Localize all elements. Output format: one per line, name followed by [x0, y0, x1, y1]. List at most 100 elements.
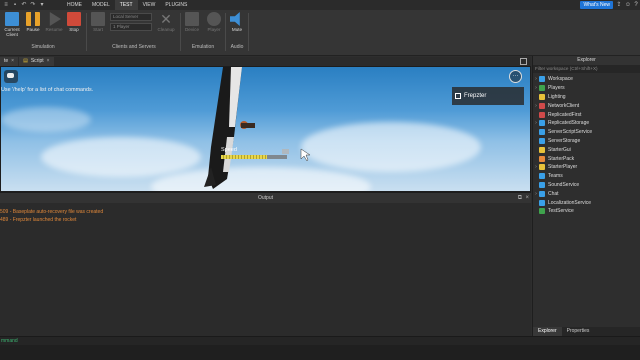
- speaker-icon: [230, 12, 240, 26]
- help-icon[interactable]: ?: [632, 1, 640, 9]
- speed-handle[interactable]: [282, 149, 289, 154]
- stop-icon: [67, 12, 81, 26]
- explorer-item-players[interactable]: › Players: [533, 84, 640, 93]
- close-icon: ✕: [160, 11, 172, 27]
- tab-view[interactable]: VIEW: [138, 0, 161, 10]
- start-label: Start: [93, 27, 103, 32]
- explorer-title: Explorer: [533, 56, 640, 65]
- player-avatar: [241, 123, 255, 128]
- tab-test[interactable]: TEST: [114, 0, 138, 10]
- tab-place[interactable]: te ×: [0, 57, 19, 66]
- explorer-item-starterpack[interactable]: StarterPack: [533, 154, 640, 163]
- explorer-item-label: NetworkClient: [548, 102, 580, 109]
- player-list-entry[interactable]: Frepzter: [452, 87, 524, 105]
- service-icon: [539, 146, 545, 153]
- explorer-item-workspace[interactable]: › Workspace: [533, 75, 640, 84]
- dock-icon[interactable]: ⧉: [518, 193, 522, 203]
- players-dropdown[interactable]: 1 Player: [110, 23, 152, 31]
- service-icon: [539, 155, 545, 162]
- group-simulation-label: Simulation: [31, 44, 55, 50]
- service-icon: [539, 208, 545, 215]
- tab-explorer[interactable]: Explorer: [533, 327, 562, 336]
- output-panel: Output ⧉ × 509 - Baseplate auto-recovery…: [0, 192, 531, 336]
- window-restore-icon[interactable]: [520, 58, 527, 65]
- explorer-item-serverscriptservice[interactable]: ServerScriptService: [533, 128, 640, 137]
- explorer-item-label: StarterGui: [548, 146, 571, 153]
- explorer-item-networkclient[interactable]: › NetworkClient: [533, 101, 640, 110]
- pause-button[interactable]: Pause: [22, 12, 44, 32]
- log-line: 489 - Frepzter launched the rocket: [0, 217, 77, 223]
- server-dropdown[interactable]: Local Server: [110, 13, 152, 21]
- share-icon[interactable]: ⇪: [615, 1, 623, 9]
- ribbon-separator: [248, 13, 249, 51]
- expand-icon[interactable]: ▾: [39, 2, 45, 8]
- output-title-bar: Output ⧉ ×: [0, 193, 531, 203]
- tab-plugins[interactable]: PLUGINS: [160, 0, 192, 10]
- explorer-item-label: Chat: [548, 190, 559, 197]
- service-icon: [539, 102, 545, 109]
- script-icon: ▤: [23, 58, 28, 64]
- tab-home[interactable]: HOME: [62, 0, 87, 10]
- explorer-item-testservice[interactable]: TestService: [533, 207, 640, 216]
- quick-access-toolbar: ≡ ▪ ↶ ↷ ▾: [0, 2, 62, 8]
- mute-button[interactable]: Mute: [226, 12, 248, 32]
- explorer-item-label: ServerScriptService: [548, 129, 593, 136]
- service-icon: [539, 181, 545, 188]
- command-bar-input[interactable]: mmand: [0, 336, 640, 345]
- explorer-item-label: ServerStorage: [548, 137, 581, 144]
- output-log: 509 - Baseplate auto-recovery file was c…: [0, 203, 531, 224]
- explorer-item-chat[interactable]: › Chat: [533, 189, 640, 198]
- bottom-strip: [0, 345, 640, 360]
- group-audio-label: Audio: [230, 44, 244, 50]
- close-icon[interactable]: ×: [525, 193, 529, 203]
- resume-button[interactable]: Resume: [43, 12, 65, 32]
- chat-button[interactable]: [4, 70, 18, 83]
- service-icon: [539, 199, 545, 206]
- explorer-item-replicatedfirst[interactable]: ReplicatedFirst: [533, 110, 640, 119]
- log-line: 509 - Baseplate auto-recovery file was c…: [0, 209, 104, 215]
- close-icon[interactable]: ×: [47, 57, 50, 66]
- device-label: Device: [184, 27, 200, 32]
- current-client-label: Current Client: [4, 27, 20, 37]
- explorer-item-lighting[interactable]: Lighting: [533, 93, 640, 102]
- tab-script[interactable]: ▤ Script ×: [19, 57, 54, 66]
- explorer-item-label: StarterPack: [548, 155, 575, 162]
- current-client-button[interactable]: Current Client: [1, 12, 23, 37]
- explorer-item-teams[interactable]: Teams: [533, 172, 640, 181]
- explorer-item-startergui[interactable]: StarterGui: [533, 145, 640, 154]
- explorer-panel: Explorer Filter workspace (Ctrl+Shift+X)…: [532, 56, 640, 336]
- start-button[interactable]: Start: [87, 12, 109, 32]
- tab-properties[interactable]: Properties: [562, 327, 595, 336]
- speed-bar: [221, 155, 287, 159]
- explorer-item-replicatedstorage[interactable]: › ReplicatedStorage: [533, 119, 640, 128]
- explorer-item-label: StarterPlayer: [548, 164, 578, 171]
- explorer-item-starterplayer[interactable]: › StarterPlayer: [533, 163, 640, 172]
- service-icon: [539, 111, 545, 118]
- player-button[interactable]: Player: [203, 12, 225, 32]
- whats-new-button[interactable]: What's New: [580, 1, 613, 9]
- game-viewport[interactable]: Use '/help' for a list of chat commands.…: [0, 66, 531, 192]
- explorer-item-label: Workspace: [548, 76, 573, 83]
- more-menu-button[interactable]: ···: [509, 70, 522, 83]
- group-clients-label: Clients and Servers: [112, 44, 156, 50]
- user-icon[interactable]: ☺: [624, 1, 632, 9]
- cleanup-button[interactable]: ✕ Cleanup: [155, 12, 177, 32]
- explorer-item-label: ReplicatedStorage: [548, 120, 590, 127]
- explorer-item-localizationservice[interactable]: LocalizationService: [533, 198, 640, 207]
- group-emulation-label: Emulation: [191, 44, 215, 50]
- tab-model[interactable]: MODEL: [87, 0, 115, 10]
- stop-button[interactable]: Stop: [63, 12, 85, 32]
- cleanup-label: Cleanup: [157, 27, 175, 32]
- file-icon[interactable]: ≡: [3, 2, 9, 8]
- explorer-item-soundservice[interactable]: SoundService: [533, 181, 640, 190]
- close-icon[interactable]: ×: [11, 57, 14, 66]
- service-icon: [539, 120, 545, 127]
- device-button[interactable]: Device: [181, 12, 203, 32]
- redo-icon[interactable]: ↷: [30, 2, 36, 8]
- pause-icon: [26, 12, 40, 26]
- explorer-filter-input[interactable]: Filter workspace (Ctrl+Shift+X): [533, 65, 640, 73]
- speed-label: Speed: [221, 147, 237, 153]
- explorer-item-serverstorage[interactable]: ServerStorage: [533, 137, 640, 146]
- save-icon[interactable]: ▪: [12, 2, 18, 8]
- undo-icon[interactable]: ↶: [21, 2, 27, 8]
